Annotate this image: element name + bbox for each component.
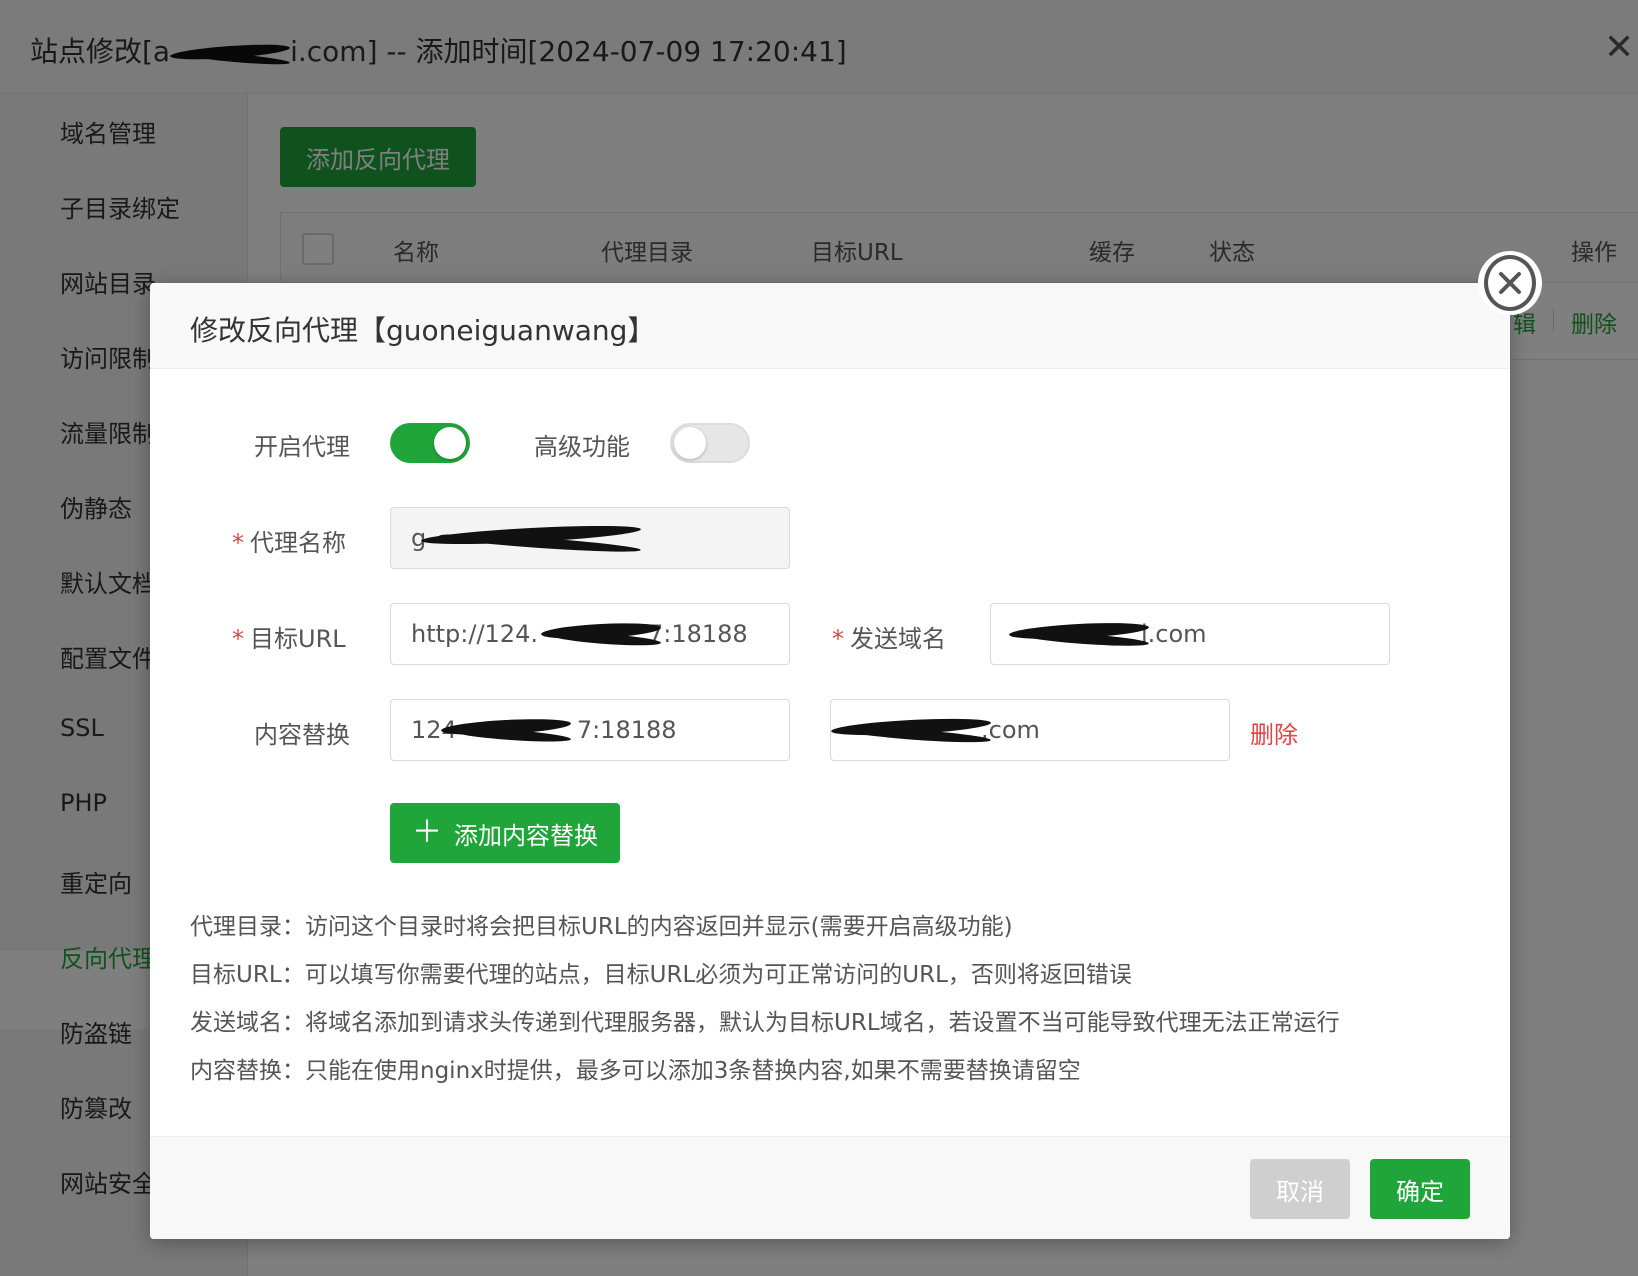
edit-reverse-proxy-dialog: 修改反向代理【guoneiguanwang】 开启代理 高级功能 * 代理名称 g… — [150, 283, 1510, 1239]
target-url-field[interactable]: http://124. 7:18188 — [390, 603, 790, 665]
tip-target-url: 目标URL：可以填写你需要代理的站点，目标URL必须为可正常访问的URL，否则将… — [190, 962, 1132, 988]
close-icon — [1484, 255, 1536, 311]
advanced-toggle[interactable] — [670, 423, 750, 463]
redaction-mark — [831, 718, 991, 744]
replace-from-field[interactable]: 124 7:18188 — [390, 699, 790, 761]
cancel-button[interactable]: 取消 — [1250, 1159, 1350, 1219]
tip-send-domain: 发送域名：将域名添加到请求头传递到代理服务器，默认为目标URL域名，若设置不当可… — [190, 1010, 1340, 1036]
proxy-name-field[interactable]: g — [390, 507, 790, 569]
required-asterisk: * — [832, 625, 844, 653]
send-domain-label: * 发送域名 — [832, 625, 946, 653]
toggle-knob — [434, 427, 466, 459]
replace-delete-link[interactable]: 删除 — [1250, 715, 1298, 750]
advanced-label: 高级功能 — [534, 433, 630, 461]
proxy-name-label: * 代理名称 — [232, 529, 346, 557]
enable-proxy-toggle[interactable] — [390, 423, 470, 463]
add-content-replace-button[interactable]: ＋ 添加内容替换 — [390, 803, 620, 863]
help-tips: 代理目录：访问这个目录时将会把目标URL的内容返回并显示(需要开启高级功能) 目… — [190, 903, 1480, 1095]
tip-proxy-dir: 代理目录：访问这个目录时将会把目标URL的内容返回并显示(需要开启高级功能) — [190, 914, 1013, 940]
plus-icon: ＋ — [412, 815, 442, 850]
dialog-close-button[interactable] — [1480, 253, 1540, 313]
redaction-mark — [441, 718, 571, 744]
dialog-footer: 取消 确定 — [150, 1136, 1510, 1239]
send-domain-field[interactable]: i.com — [990, 603, 1390, 665]
replace-to-field[interactable]: .com — [830, 699, 1230, 761]
confirm-button[interactable]: 确定 — [1370, 1159, 1470, 1219]
tip-content-replace: 内容替换：只能在使用nginx时提供，最多可以添加3条替换内容,如果不需要替换请… — [190, 1058, 1081, 1084]
dialog-title: 修改反向代理【guoneiguanwang】 — [190, 314, 656, 347]
content-replace-label: 内容替换 — [254, 721, 350, 749]
required-asterisk: * — [232, 529, 244, 557]
target-url-label: * 目标URL — [232, 625, 346, 653]
dialog-header: 修改反向代理【guoneiguanwang】 — [150, 283, 1510, 369]
toggle-knob — [674, 427, 706, 459]
redaction-mark — [421, 526, 641, 552]
required-asterisk: * — [232, 625, 244, 653]
redaction-mark — [1009, 622, 1149, 648]
redaction-mark — [541, 622, 661, 648]
enable-proxy-label: 开启代理 — [254, 433, 350, 461]
